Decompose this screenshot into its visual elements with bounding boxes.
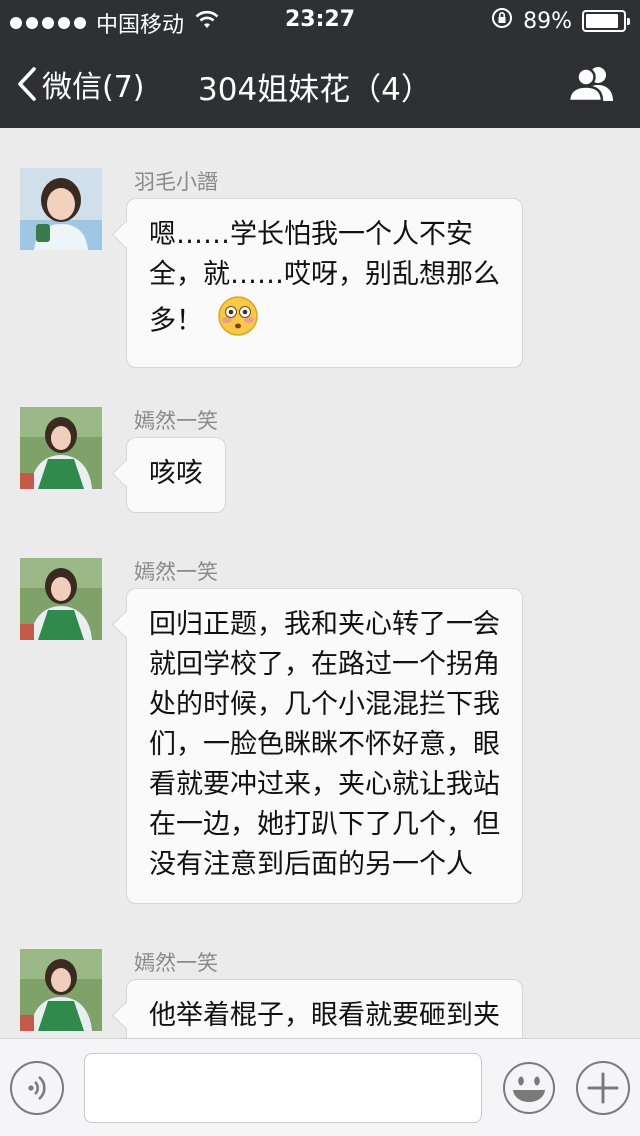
message-text: 他举着棍子，眼看就要砸到夹: [149, 1000, 500, 1031]
message-bubble[interactable]: 回归正题，我和夹心转了一会 就回学校了，在路过一个拐角 处的时候，几个小混混拦下…: [126, 588, 523, 904]
sender-name: 嫣然一笑: [134, 409, 218, 433]
battery-percent: 89%: [523, 8, 572, 34]
message-text: 回归正题，我和夹心转了一会 就回学校了，在路过一个拐角 处的时候，几个小混混拦下…: [149, 609, 500, 880]
voice-input-icon: [28, 1075, 46, 1101]
chat-title: 304姐妹花（4）: [198, 72, 432, 108]
message-bubble[interactable]: 咳咳: [126, 437, 226, 513]
more-options-button[interactable]: [576, 1061, 630, 1115]
plus-icon: [587, 1072, 619, 1104]
app-screen: 中国移动 23:27 89% 微信(7) 304姐妹花（4） 羽毛小譖 嗯……学…: [0, 0, 640, 1136]
avatar[interactable]: [20, 949, 102, 1031]
status-bar: 中国移动 23:27 89%: [0, 0, 640, 40]
message-text: 咳咳: [149, 458, 203, 489]
group-members-icon[interactable]: [567, 64, 614, 106]
message-bubble[interactable]: 嗯……学长怕我一个人不安 全，就……哎呀，别乱想那么 多！: [126, 198, 523, 368]
back-button[interactable]: 微信(7): [16, 62, 145, 106]
input-toolbar: [0, 1038, 640, 1136]
flushed-face-emoji-icon: [217, 295, 259, 349]
battery-icon: [582, 10, 630, 32]
emoji-icon: [503, 1062, 555, 1114]
sender-name: 羽毛小譖: [134, 170, 218, 194]
avatar[interactable]: [20, 407, 102, 489]
top-bar: 中国移动 23:27 89% 微信(7) 304姐妹花（4）: [0, 0, 640, 128]
rotation-lock-icon: [491, 7, 513, 35]
chat-message-list[interactable]: 羽毛小譖 嗯……学长怕我一个人不安 全，就……哎呀，别乱想那么 多！ 嫣然一笑 …: [0, 128, 640, 1038]
voice-input-button[interactable]: [10, 1061, 64, 1115]
avatar[interactable]: [20, 558, 102, 640]
sender-name: 嫣然一笑: [134, 951, 218, 975]
chevron-left-icon: [18, 67, 36, 101]
sender-name: 嫣然一笑: [134, 560, 218, 584]
status-right: 89%: [491, 7, 630, 35]
message-input[interactable]: [84, 1053, 482, 1123]
avatar[interactable]: [20, 168, 102, 250]
navigation-bar: 微信(7) 304姐妹花（4）: [0, 40, 640, 128]
message-bubble[interactable]: 他举着棍子，眼看就要砸到夹: [126, 979, 523, 1038]
message-text: 嗯……学长怕我一个人不安 全，就……哎呀，别乱想那么 多！: [149, 219, 500, 337]
back-label: 微信(7): [42, 70, 145, 105]
battery-fill: [586, 14, 619, 28]
emoji-button[interactable]: [502, 1061, 556, 1115]
